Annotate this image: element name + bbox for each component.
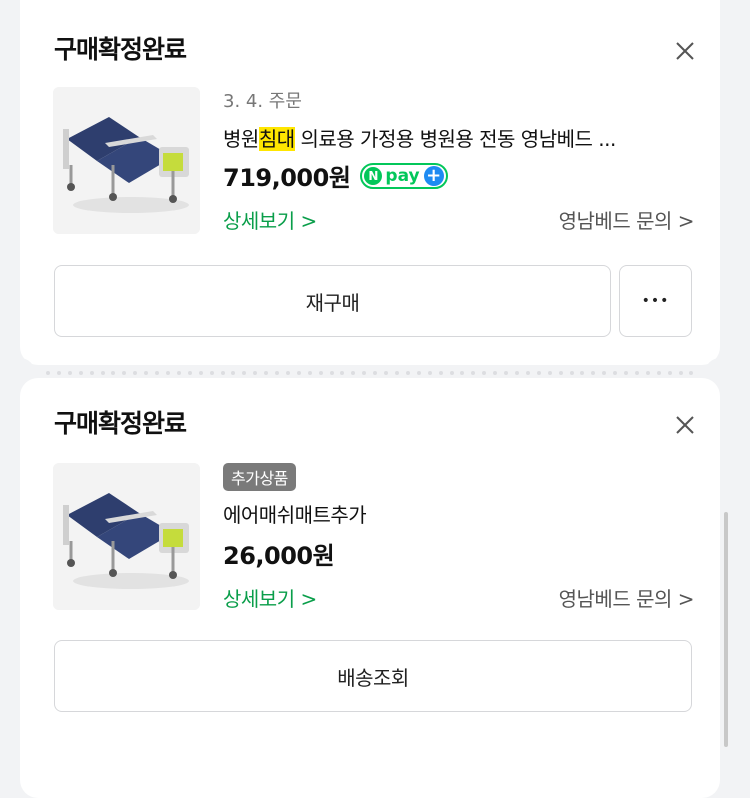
hospital-bed-image xyxy=(53,463,200,610)
rebuy-button[interactable]: 재구매 xyxy=(54,265,611,337)
close-icon[interactable] xyxy=(672,412,698,438)
order-status-title: 구매확정완료 xyxy=(54,409,187,438)
product-thumbnail[interactable] xyxy=(53,463,200,610)
plus-icon: + xyxy=(423,165,444,186)
product-info: 3. 4. 주문 병원침대 의료용 가정용 병원용 전동 영남베드 ... 71… xyxy=(223,87,695,234)
hospital-bed-image xyxy=(53,87,200,234)
seller-inquiry-link[interactable]: 영남베드 문의 > xyxy=(559,583,695,612)
product-price: 719,000원 xyxy=(223,164,351,192)
product-name[interactable]: 병원침대 의료용 가정용 병원용 전동 영남베드 ... xyxy=(223,123,694,152)
product-price: 26,000원 xyxy=(223,542,335,570)
product-thumbnail[interactable] xyxy=(53,87,200,234)
product-info: 추가상품 에어매쉬매트추가 26,000원 상세보기 > 영남베드 문의 > xyxy=(223,463,695,612)
product-name[interactable]: 에어매쉬매트추가 xyxy=(223,499,694,528)
detail-link[interactable]: 상세보기 > xyxy=(223,583,317,612)
product-name-suffix: 의료용 가정용 병원용 전동 영남베드 ... xyxy=(294,127,616,151)
order-date: 3. 4. 주문 xyxy=(223,91,302,112)
product-name-prefix: 병원 xyxy=(223,127,259,151)
seller-inquiry-link[interactable]: 영남베드 문의 > xyxy=(559,205,695,234)
order-card-1: 구매확정완료 3. 4. 주문 병원침대 의료용 가정용 병원용 전동 영남베드… xyxy=(20,0,720,365)
npay-n-icon: N xyxy=(364,166,383,185)
close-icon[interactable] xyxy=(672,38,698,64)
detail-link[interactable]: 상세보기 > xyxy=(223,205,317,234)
track-delivery-button[interactable]: 배송조회 xyxy=(54,640,692,712)
npay-plus-badge: N pay + xyxy=(360,162,448,189)
order-status-title: 구매확정완료 xyxy=(54,35,187,64)
more-options-button[interactable]: ••• xyxy=(619,265,692,337)
order-card-2: 구매확정완료 추가상품 에어매쉬매트추가 26,000원 상세보기 > 영남베드… xyxy=(20,378,720,798)
scrollbar[interactable] xyxy=(724,512,728,747)
product-name-highlight: 침대 xyxy=(258,127,295,151)
npay-label: pay xyxy=(385,165,420,186)
additional-product-badge: 추가상품 xyxy=(223,463,296,491)
